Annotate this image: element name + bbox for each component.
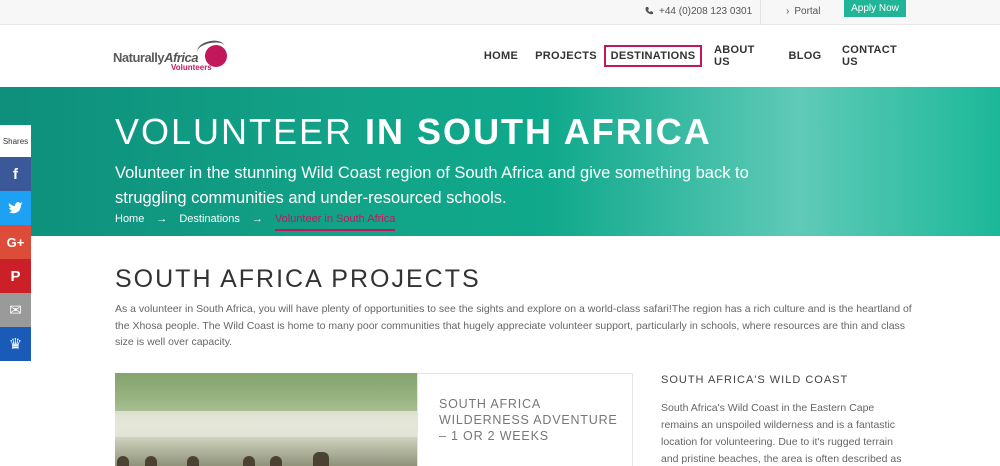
twitter-share-button[interactable] [0,191,31,225]
phone-number: +44 (0)208 123 0301 [659,5,753,17]
photo-figure [187,456,199,466]
pinterest-icon: P [10,267,21,285]
breadcrumb: Home → Destinations → Volunteer in South… [115,210,396,231]
section-title: SOUTH AFRICA PROJECTS [115,265,481,293]
sidebar-title: SOUTH AFRICA'S WILD COAST [661,374,849,386]
google-plus-share-button[interactable]: G+ [0,225,31,259]
hero-subtitle: Volunteer in the stunning Wild Coast reg… [115,164,749,207]
project-image[interactable] [115,373,417,466]
photo-figure [243,456,255,466]
social-share-bar: Shares f G+ P ✉ ♛ [0,125,31,361]
arrow-right-icon: → [156,213,168,225]
email-share-button[interactable]: ✉ [0,293,31,327]
email-icon: ✉ [9,302,22,319]
top-utility-bar: +44 (0)208 123 0301 › Portal Apply Now [0,0,1000,25]
arrow-right-icon: → [251,213,263,225]
phone-icon [645,7,653,15]
sumo-share-button[interactable]: ♛ [0,327,31,361]
google-plus-icon: G+ [6,234,25,250]
phone-link[interactable]: +44 (0)208 123 0301 [644,2,752,20]
photo-mist [115,411,417,437]
nav-projects[interactable]: PROJECTS [535,45,596,67]
photo-figure [270,456,282,466]
sidebar-text: South Africa's Wild Coast in the Eastern… [661,402,902,465]
photo-figure [313,452,329,466]
page-title: VOLUNTEER IN SOUTH AFRICA [115,111,712,152]
photo-figure [117,456,129,466]
nav-blog[interactable]: BLOG [789,45,822,67]
portal-link[interactable]: › Portal [786,2,820,20]
breadcrumb-destinations[interactable]: Destinations [179,213,240,225]
portal-label: Portal [794,5,821,17]
apply-now-button[interactable]: Apply Now [844,0,906,17]
site-logo[interactable]: NaturallyAfrica Volunteers [113,38,233,75]
chevron-right-icon: › [786,5,790,17]
project-card[interactable]: SOUTH AFRICA WILDERNESS ADVENTURE – 1 OR… [417,373,633,466]
site-header: NaturallyAfrica Volunteers HOME PROJECTS… [0,25,1000,87]
nav-destinations[interactable]: DESTINATIONS [604,45,702,67]
facebook-icon: f [13,165,18,183]
facebook-share-button[interactable]: f [0,157,31,191]
breadcrumb-home[interactable]: Home [115,213,144,225]
twitter-icon [8,202,23,214]
intro-paragraph: As a volunteer in South Africa, you will… [115,303,912,348]
project-card-title[interactable]: SOUTH AFRICA WILDERNESS ADVENTURE – 1 OR… [439,396,619,444]
photo-treeline [115,373,417,415]
nav-contact-us[interactable]: CONTACT US [842,44,908,68]
logo-tagline: Volunteers [171,63,212,72]
nav-about-us[interactable]: ABOUT US [714,44,768,68]
shares-label: Shares [0,125,31,157]
nav-home[interactable]: HOME [484,45,518,67]
photo-figure [145,456,157,466]
sumo-crown-icon: ♛ [8,336,23,353]
topbar-divider [760,0,761,25]
breadcrumb-current: Volunteer in South Africa [274,213,396,231]
pinterest-share-button[interactable]: P [0,259,31,293]
